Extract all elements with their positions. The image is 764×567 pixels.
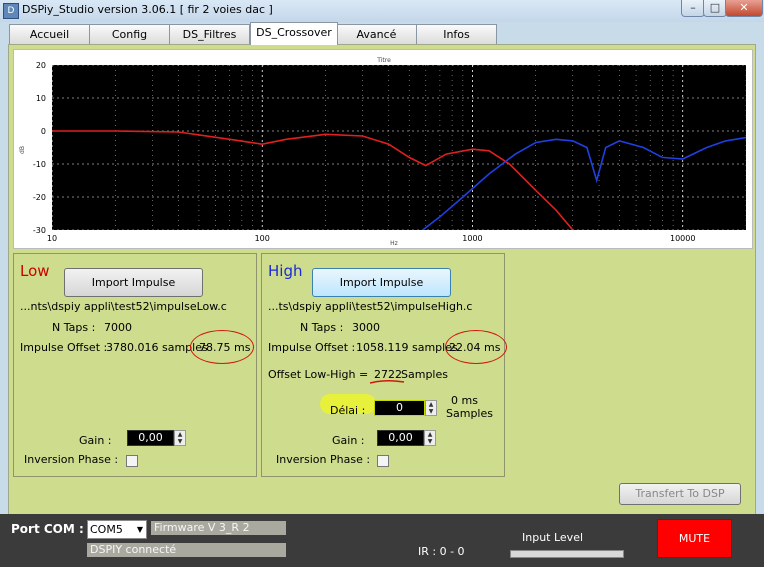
tab-strip: Accueil Config DS_Filtres DS_Crossover A…	[9, 22, 754, 45]
chart-svg: 20100-10-20-3010 100 1000 10000 Titre Hz dB	[19, 57, 747, 247]
x-axis-label: Hz	[390, 240, 398, 247]
tab-config[interactable]: Config	[89, 24, 170, 44]
high-delai-samples: Samples	[446, 407, 493, 420]
y-tick-label: 20	[36, 61, 46, 70]
y-tick-label: -30	[33, 226, 46, 235]
high-title: High	[268, 262, 303, 280]
low-gain-label: Gain :	[79, 434, 112, 447]
crossover-tab-content: 20 10 0 -10 -20 -30 10 100 1000 10000 Titre Hz dB…	[8, 44, 756, 516]
high-file-path: ...ts\dspiy appli\test52\impulseHigh.c	[268, 300, 473, 313]
ir-readout: IR : 0 - 0	[418, 545, 465, 558]
high-ntaps-value: 3000	[352, 321, 380, 334]
high-gain-stepper[interactable]: 0,00 ▲ ▼	[377, 430, 437, 446]
low-file-path: ...nts\dspiy appli\test52\impulseLow.c	[20, 300, 227, 313]
x-tick-label: 10000	[670, 234, 695, 243]
tab-ds-filtres[interactable]: DS_Filtres	[169, 24, 250, 44]
high-offset-label: Impulse Offset :	[268, 341, 356, 354]
high-offset-samples: 1058.119 samples	[356, 341, 458, 354]
input-level-meter	[510, 550, 624, 558]
high-import-impulse-button[interactable]: Import Impulse	[312, 268, 451, 297]
low-gain-spin-arrows-icon[interactable]: ▲ ▼	[174, 430, 186, 446]
high-gain-value[interactable]: 0,00	[377, 430, 424, 446]
low-gain-stepper[interactable]: 0,00 ▲ ▼	[127, 430, 187, 446]
high-offset-lh-label: Offset Low-High =	[268, 368, 369, 381]
firmware-version: Firmware V 3_R 2	[151, 521, 286, 535]
low-offset-highlight-ellipse	[190, 330, 254, 364]
low-ntaps-label: N Taps :	[52, 321, 96, 334]
low-panel: Low Import Impulse ...nts\dspiy appli\te…	[13, 253, 257, 477]
y-tick-label: 10	[36, 94, 46, 103]
dspiy-status: DSPIY connecté	[87, 543, 286, 557]
chart-title: Titre	[376, 57, 391, 64]
offset-underline-mark	[369, 379, 405, 384]
close-icon: ✕	[739, 1, 749, 14]
tab-accueil[interactable]: Accueil	[9, 24, 90, 44]
low-inversion-label: Inversion Phase :	[24, 453, 119, 466]
y-tick-label: -20	[33, 193, 46, 202]
y-axis-label: dB	[19, 146, 26, 154]
high-panel: High Import Impulse ...ts\dspiy appli\te…	[261, 253, 507, 477]
low-inversion-checkbox[interactable]	[126, 455, 138, 467]
high-delai-value[interactable]: 0	[374, 400, 425, 416]
high-offset-lh-unit: Samples	[401, 368, 448, 381]
title-bar: D DSPiy_Studio version 3.06.1 [ fir 2 vo…	[0, 0, 764, 22]
x-tick-label: 1000	[462, 234, 482, 243]
high-inversion-checkbox[interactable]	[377, 455, 389, 467]
high-gain-label: Gain :	[332, 434, 365, 447]
tab-avance[interactable]: Avancé	[336, 24, 417, 44]
mute-button[interactable]: MUTE	[657, 519, 732, 558]
y-tick-label: -10	[33, 160, 46, 169]
response-chart: 20 10 0 -10 -20 -30 10 100 1000 10000 Titre Hz dB	[13, 49, 753, 249]
maximize-button[interactable]: □	[703, 0, 727, 17]
low-import-impulse-button[interactable]: Import Impulse	[64, 268, 203, 297]
close-button[interactable]: ✕	[725, 0, 763, 17]
x-tick-label: 10	[47, 234, 57, 243]
app-window: D DSPiy_Studio version 3.06.1 [ fir 2 vo…	[0, 0, 764, 567]
high-delai-ms: 0 ms	[451, 394, 478, 407]
x-tick-label: 100	[255, 234, 270, 243]
chevron-down-icon: ▼	[136, 525, 143, 534]
app-icon: D	[3, 3, 19, 19]
window-title: DSPiy_Studio version 3.06.1 [ fir 2 voie…	[22, 3, 273, 16]
y-tick-label: 0	[41, 127, 46, 136]
transfer-to-dsp-button[interactable]: Transfert To DSP	[619, 483, 741, 505]
low-ntaps-value: 7000	[104, 321, 132, 334]
com-port-select[interactable]: COM5 ▼	[87, 520, 147, 539]
minimize-icon: –	[690, 1, 696, 14]
high-ntaps-label: N Taps :	[300, 321, 344, 334]
low-offset-label: Impulse Offset :	[20, 341, 108, 354]
low-title: Low	[20, 262, 50, 280]
port-com-label: Port COM :	[11, 522, 84, 536]
high-delai-stepper[interactable]: 0 ▲ ▼	[374, 400, 439, 416]
high-delai-spin-arrows-icon[interactable]: ▲ ▼	[425, 400, 437, 416]
high-gain-spin-arrows-icon[interactable]: ▲ ▼	[424, 430, 436, 446]
input-level-label: Input Level	[522, 531, 584, 544]
high-inversion-label: Inversion Phase :	[276, 453, 371, 466]
tab-infos[interactable]: Infos	[416, 24, 497, 44]
minimize-button[interactable]: –	[681, 0, 705, 17]
maximize-icon: □	[709, 1, 721, 14]
com-port-value: COM5	[90, 523, 123, 536]
high-delai-label: Délai :	[330, 404, 366, 417]
high-offset-highlight-ellipse	[445, 330, 507, 364]
tab-ds-crossover[interactable]: DS_Crossover	[250, 22, 338, 45]
low-gain-value[interactable]: 0,00	[127, 430, 174, 446]
